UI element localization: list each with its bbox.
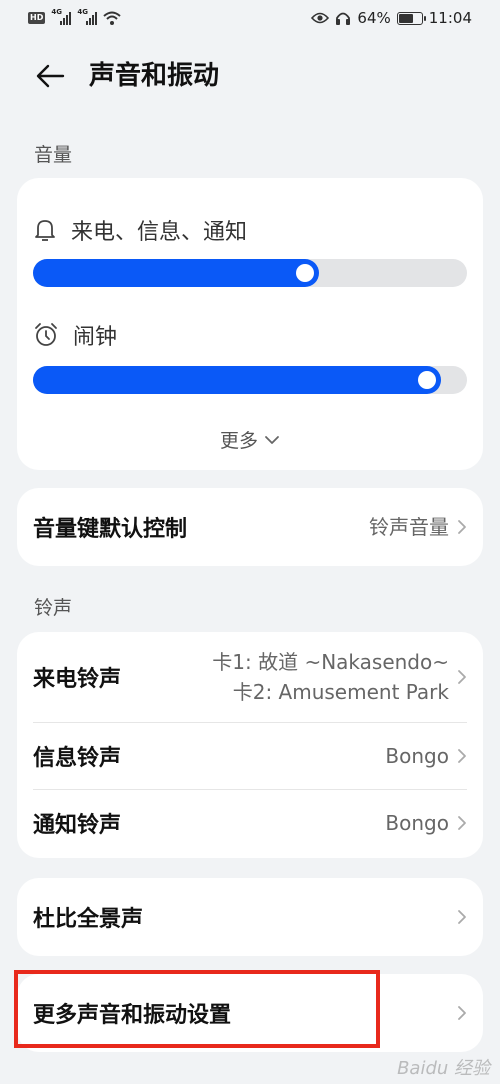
alarm-volume-label: 闹钟 xyxy=(73,325,118,350)
status-bar-left: HD 4G 4G xyxy=(28,8,122,25)
sim2-signal-icon: 4G xyxy=(77,8,98,25)
volume-key-value: 铃声音量 xyxy=(369,515,449,539)
call-ringtone-label: 来电铃声 xyxy=(33,667,122,692)
dolby-right xyxy=(457,909,467,925)
sim1-signal-icon: 4G xyxy=(51,8,72,25)
volume-key-right: 铃声音量 xyxy=(369,512,467,542)
battery-fill xyxy=(398,13,413,23)
ring-volume-label: 来电、信息、通知 xyxy=(71,220,248,245)
call-ringtone-right: 卡1: 故道 ~Nakasendo~ 卡2: Amusement Park xyxy=(212,647,467,707)
more-settings-row[interactable]: 更多声音和振动设置 xyxy=(17,974,483,1052)
alarm-volume-thumb[interactable] xyxy=(418,371,436,389)
chevron-right-icon xyxy=(458,910,466,924)
message-ringtone-label: 信息铃声 xyxy=(33,746,122,771)
volume-card: 来电、信息、通知 闹钟 更多 xyxy=(17,178,483,470)
ring-volume-row: 来电、信息、通知 xyxy=(33,214,247,246)
notification-ringtone-right: Bongo xyxy=(385,808,467,838)
call-ringtone-row[interactable]: 来电铃声 卡1: 故道 ~Nakasendo~ 卡2: Amusement Pa… xyxy=(17,632,483,722)
eye-comfort-icon xyxy=(311,12,330,24)
volume-key-row[interactable]: 音量键默认控制 铃声音量 xyxy=(17,488,483,566)
more-volume-toggle[interactable]: 更多 xyxy=(17,426,483,453)
status-bar: HD 4G 4G 64% 11:04 xyxy=(0,0,500,36)
alarm-volume-slider[interactable] xyxy=(33,366,467,394)
ringtone-card: 来电铃声 卡1: 故道 ~Nakasendo~ 卡2: Amusement Pa… xyxy=(17,632,483,858)
ring-volume-fill xyxy=(33,259,319,287)
dolby-row[interactable]: 杜比全景声 xyxy=(17,878,483,956)
notification-ringtone-row[interactable]: 通知铃声 Bongo xyxy=(17,790,483,856)
volume-key-label: 音量键默认控制 xyxy=(33,517,188,542)
sim1-network-label: 4G xyxy=(51,7,62,16)
chevron-right-icon xyxy=(458,1006,466,1020)
notification-ringtone-label: 通知铃声 xyxy=(33,813,122,838)
message-ringtone-row[interactable]: 信息铃声 Bongo xyxy=(17,723,483,789)
battery-icon xyxy=(396,11,426,25)
chevron-right-icon xyxy=(458,520,466,534)
page-header: 声音和振动 xyxy=(0,50,500,102)
bell-icon xyxy=(35,220,55,241)
back-arrow-icon xyxy=(36,64,65,88)
ringtone-section-title: 铃声 xyxy=(34,597,73,619)
page-title: 声音和振动 xyxy=(89,61,220,91)
back-button[interactable] xyxy=(30,56,70,96)
call-ringtone-sim2: 卡2: Amusement Park xyxy=(232,680,449,704)
more-settings-label: 更多声音和振动设置 xyxy=(33,1003,232,1028)
ring-volume-thumb[interactable] xyxy=(296,264,314,282)
chevron-right-icon xyxy=(458,670,466,684)
alarm-volume-row: 闹钟 xyxy=(33,319,117,351)
dolby-label: 杜比全景声 xyxy=(33,907,144,932)
volume-key-card: 音量键默认控制 铃声音量 xyxy=(17,488,483,566)
more-settings-right xyxy=(457,1005,467,1021)
headphones-icon xyxy=(336,12,351,25)
more-volume-label: 更多 xyxy=(219,430,258,452)
alarm-volume-fill xyxy=(33,366,441,394)
volume-section-title: 音量 xyxy=(34,144,73,166)
status-bar-right: 64% 11:04 xyxy=(311,9,472,27)
watermark: Baidu 经验 xyxy=(397,1058,490,1079)
wifi-icon xyxy=(103,11,122,25)
dolby-card: 杜比全景声 xyxy=(17,878,483,956)
call-ringtone-sim1: 卡1: 故道 ~Nakasendo~ xyxy=(212,650,449,674)
message-ringtone-value: Bongo xyxy=(385,744,449,768)
notification-ringtone-value: Bongo xyxy=(385,811,449,835)
battery-percent: 64% xyxy=(357,9,391,27)
chevron-right-icon xyxy=(458,749,466,763)
hd-voice-badge: HD xyxy=(28,12,46,24)
sim2-network-label: 4G xyxy=(77,7,88,16)
chevron-down-icon xyxy=(265,435,279,444)
message-ringtone-right: Bongo xyxy=(385,741,467,771)
ring-volume-slider[interactable] xyxy=(33,259,467,287)
clock: 11:04 xyxy=(428,9,472,27)
more-settings-card: 更多声音和振动设置 xyxy=(17,974,483,1052)
call-ringtone-value: 卡1: 故道 ~Nakasendo~ 卡2: Amusement Park xyxy=(212,647,449,707)
chevron-right-icon xyxy=(458,816,466,830)
alarm-clock-icon xyxy=(35,323,57,346)
